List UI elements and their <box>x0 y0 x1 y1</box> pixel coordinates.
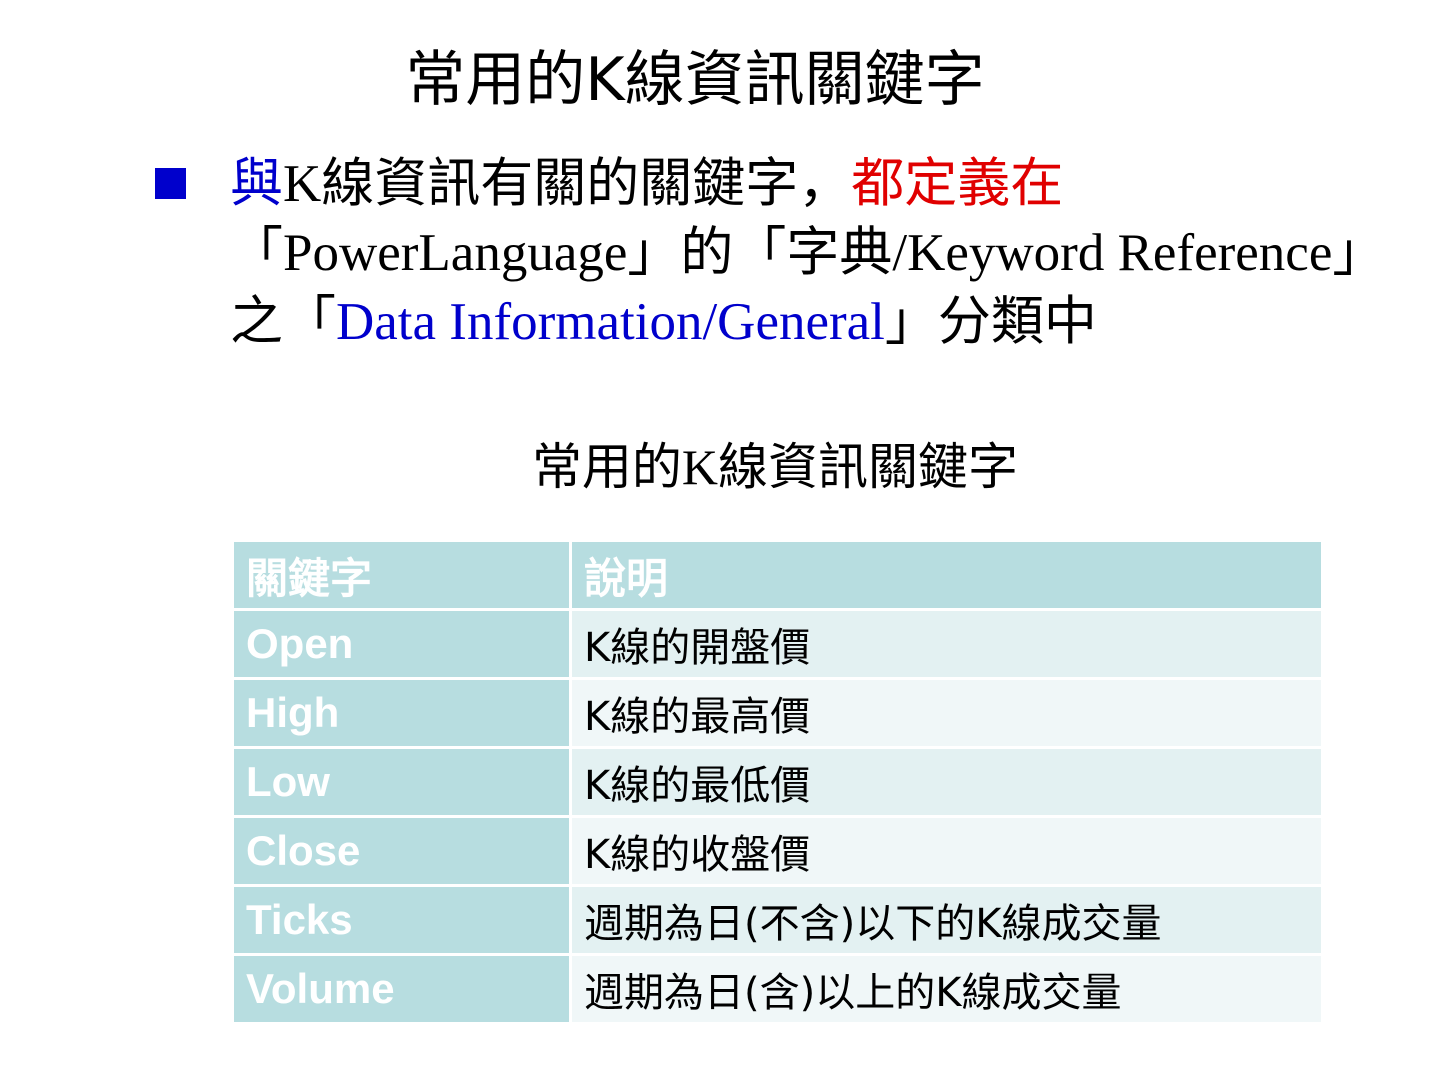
description-cell: K線的最低價 <box>569 746 1324 818</box>
table-caption: 常用的K線資訊關鍵字 <box>531 439 1019 495</box>
keyword-cell: Close <box>231 815 572 887</box>
header-keyword: 關鍵字 <box>231 539 572 611</box>
table-row: Close K線的收盤價 <box>231 815 1324 887</box>
keyword-cell: Open <box>231 608 572 680</box>
table-row: Open K線的開盤價 <box>231 608 1324 680</box>
bullet-text-category: Data Information/General <box>336 293 885 351</box>
bullet-text-tail: 」分類中 <box>884 293 1097 351</box>
description-cell: K線的收盤價 <box>569 815 1324 887</box>
keyword-table: 關鍵字 說明 Open K線的開盤價 High K線的最高價 Low K線的最低… <box>231 539 1324 1025</box>
description-cell: 週期為日(不含)以下的K線成交量 <box>569 884 1324 956</box>
description-cell: 週期為日(含)以上的K線成交量 <box>569 953 1324 1025</box>
table-row: Ticks 週期為日(不含)以下的K線成交量 <box>231 884 1324 956</box>
bullet-text-highlight: 都定義在 <box>851 155 1064 213</box>
description-cell: K線的開盤價 <box>569 608 1324 680</box>
keyword-cell: Volume <box>231 953 572 1025</box>
table-row: Volume 週期為日(含)以上的K線成交量 <box>231 953 1324 1025</box>
keyword-cell: Low <box>231 746 572 818</box>
table-header-row: 關鍵字 說明 <box>231 539 1324 611</box>
header-description: 說明 <box>569 539 1324 611</box>
bullet-text-lead: 與 <box>230 155 283 213</box>
bullet-square-icon <box>155 168 186 199</box>
bullet-paragraph: 與K線資訊有關的關鍵字，都定義在 「PowerLanguage」的「字典/Keyw… <box>230 150 1390 357</box>
table-row: High K線的最高價 <box>231 677 1324 749</box>
keyword-cell: Ticks <box>231 884 572 956</box>
description-cell: K線的最高價 <box>569 677 1324 749</box>
slide-title: 常用的K線資訊關鍵字 <box>405 45 985 115</box>
table-row: Low K線的最低價 <box>231 746 1324 818</box>
keyword-cell: High <box>231 677 572 749</box>
bullet-text-intro: K線資訊有關的關鍵字， <box>283 155 852 213</box>
